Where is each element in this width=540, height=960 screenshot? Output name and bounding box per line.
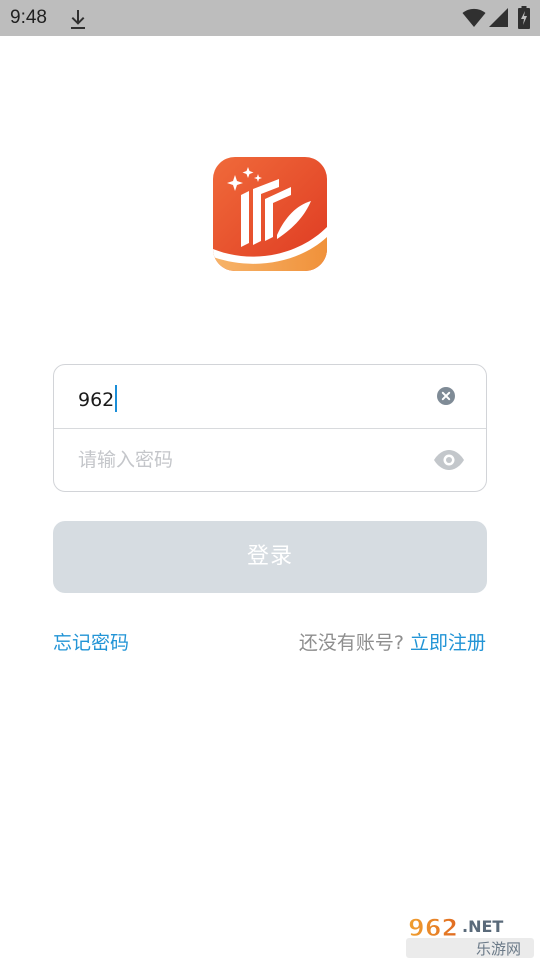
app-logo (213, 157, 327, 271)
password-field[interactable]: 请输入密码 (54, 428, 486, 491)
app-logo-icon (213, 157, 327, 271)
watermark-logo: 962 .NET 乐游网 (406, 914, 534, 958)
password-input-placeholder[interactable]: 请输入密码 (78, 448, 173, 472)
svg-text:.NET: .NET (462, 917, 503, 936)
eye-icon[interactable] (433, 449, 465, 471)
clear-icon[interactable] (437, 387, 455, 405)
login-form-card: 962 请输入密码 (53, 364, 487, 492)
svg-text:962: 962 (408, 914, 458, 942)
username-value: 962 (78, 389, 115, 411)
login-button[interactable]: 登录 (53, 521, 487, 593)
status-bar: 9:48 (0, 0, 540, 36)
svg-text:乐游网: 乐游网 (476, 940, 521, 958)
status-time: 9:48 (10, 7, 47, 28)
download-icon (71, 10, 85, 29)
no-account-text: 还没有账号? (298, 632, 404, 654)
forgot-password-link[interactable]: 忘记密码 (53, 628, 129, 655)
signal-icon (489, 8, 508, 27)
username-input[interactable]: 962 (78, 385, 118, 412)
register-row: 还没有账号? 立即注册 (299, 628, 486, 655)
wifi-icon (462, 8, 486, 27)
text-caret (115, 385, 118, 412)
battery-charging-icon (518, 6, 530, 29)
username-field[interactable]: 962 (54, 365, 486, 428)
register-link[interactable]: 立即注册 (410, 632, 486, 654)
